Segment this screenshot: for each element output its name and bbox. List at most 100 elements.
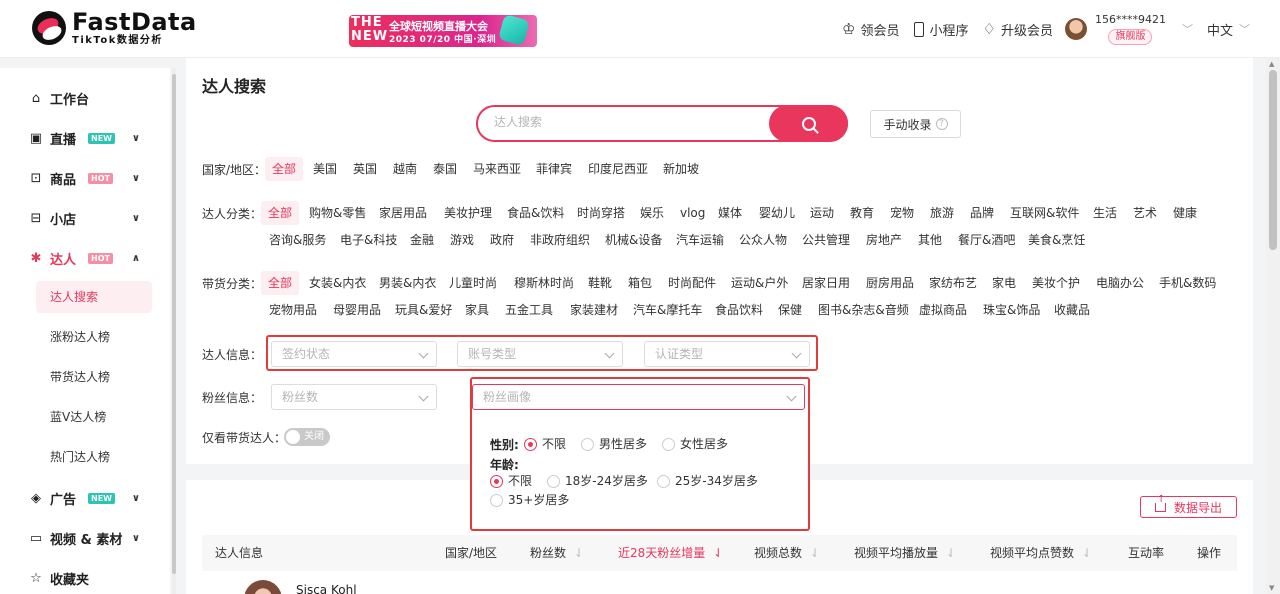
goods2-chip[interactable]: 图书&杂志&音频	[818, 298, 909, 322]
search-input[interactable]	[494, 115, 764, 129]
user-menu-chevron-icon[interactable]: ﹀	[1182, 21, 1193, 37]
countries-chip[interactable]: 美国	[313, 157, 337, 181]
age-option-25-34[interactable]: 25岁-34岁居多	[657, 474, 758, 488]
goods2-chip[interactable]: 五金工具	[505, 298, 553, 322]
verification-type-select[interactable]: 认证类型	[644, 341, 810, 367]
cat1-chip[interactable]: 互联网&软件	[1010, 201, 1079, 225]
manual-add-button[interactable]: 手动收录 ?	[870, 110, 961, 138]
sidebar-item-shop[interactable]: ⊟ 小店 ∨	[28, 209, 148, 228]
col-28d-follower-growth[interactable]: 近28天粉丝增量 ⇃	[618, 535, 723, 571]
cat1-chip[interactable]: 时尚穿搭	[577, 201, 625, 225]
fans-portrait-select[interactable]: 粉丝画像	[472, 384, 805, 410]
goods1-chip[interactable]: 电脑办公	[1096, 271, 1144, 295]
goods1-chip[interactable]: 时尚配件	[668, 271, 716, 295]
vip-link[interactable]: ♔ 领会员	[842, 20, 899, 39]
cat1-chip[interactable]: 宠物	[890, 201, 914, 225]
fastdata-logo[interactable]: FastData TikTok数据分析	[32, 10, 197, 46]
goods1-chip[interactable]: 全部	[261, 271, 300, 295]
only-goods-toggle[interactable]: 关闭	[284, 428, 330, 446]
cat2-chip[interactable]: 公共管理	[802, 228, 850, 252]
sidebar-item-favorites[interactable]: ☆ 收藏夹	[28, 569, 148, 588]
scroll-down-icon[interactable]: ▼	[1269, 584, 1274, 592]
col-avg-likes[interactable]: 视频平均点赞数 ⇃	[990, 535, 1092, 571]
goods1-chip[interactable]: 手机&数码	[1159, 271, 1216, 295]
goods1-chip[interactable]: 男装&内衣	[379, 271, 436, 295]
goods2-chip[interactable]: 收藏品	[1054, 298, 1090, 322]
cat2-chip[interactable]: 金融	[410, 228, 434, 252]
conference-banner[interactable]: THE NEW 全球短视频直播大会 2023 07/20 中国·深圳	[349, 15, 537, 47]
sidebar-scrollbar[interactable]	[172, 68, 176, 594]
goods1-chip[interactable]: 厨房用品	[866, 271, 914, 295]
export-data-button[interactable]: 数据导出	[1140, 494, 1237, 518]
cat2-chip[interactable]: 非政府组织	[530, 228, 590, 252]
sidebar-item-ads[interactable]: ◈ 广告 NEW ∨	[28, 489, 148, 508]
countries-chip[interactable]: 泰国	[433, 157, 457, 181]
sidebar-subitem-bluev-rank[interactable]: 蓝V达人榜	[36, 401, 152, 433]
goods2-chip[interactable]: 家装建材	[570, 298, 618, 322]
cat2-chip[interactable]: 其他	[918, 228, 942, 252]
cat2-chip[interactable]: 汽车运输	[676, 228, 724, 252]
cat2-chip[interactable]: 政府	[490, 228, 514, 252]
cat2-chip[interactable]: 房地产	[866, 228, 902, 252]
cat1-chip[interactable]: 旅游	[930, 201, 954, 225]
cat1-chip[interactable]: 婴幼儿	[759, 201, 795, 225]
col-video-total[interactable]: 视频总数 ⇃	[754, 535, 820, 571]
goods2-chip[interactable]: 虚拟商品	[919, 298, 967, 322]
goods1-chip[interactable]: 美妆个护	[1032, 271, 1080, 295]
cat2-chip[interactable]: 咨询&服务	[269, 228, 326, 252]
account-type-select[interactable]: 账号类型	[457, 341, 623, 367]
scrollbar-thumb[interactable]	[1269, 70, 1277, 250]
cat1-chip[interactable]: vlog	[680, 201, 705, 225]
cat2-chip[interactable]: 餐厅&酒吧	[958, 228, 1015, 252]
goods2-chip[interactable]: 保健	[778, 298, 802, 322]
cat1-chip[interactable]: 购物&零售	[309, 201, 366, 225]
goods1-chip[interactable]: 穆斯林时尚	[514, 271, 574, 295]
cat2-chip[interactable]: 美食&烹饪	[1028, 228, 1085, 252]
cat1-chip[interactable]: 艺术	[1133, 201, 1157, 225]
goods1-chip[interactable]: 居家日用	[802, 271, 850, 295]
goods2-chip[interactable]: 食品饮料	[715, 298, 763, 322]
sidebar-subitem-sales-rank[interactable]: 带货达人榜	[36, 361, 152, 393]
gender-option-female[interactable]: 女性居多	[662, 437, 728, 451]
sidebar-subitem-hot-rank[interactable]: 热门达人榜	[36, 441, 152, 473]
goods2-chip[interactable]: 家具	[465, 298, 489, 322]
goods1-chip[interactable]: 儿童时尚	[449, 271, 497, 295]
scroll-up-icon[interactable]: ▲	[1269, 60, 1274, 68]
sidebar-item-video-material[interactable]: ▭ 视频 & 素材 ∨	[28, 529, 148, 548]
sidebar-item-live[interactable]: ▣ 直播 NEW ∨	[28, 129, 148, 148]
cat2-chip[interactable]: 公众人物	[739, 228, 787, 252]
gender-option-male[interactable]: 男性居多	[581, 437, 647, 451]
cat2-chip[interactable]: 游戏	[450, 228, 474, 252]
age-option-18-24[interactable]: 18岁-24岁居多	[547, 474, 648, 488]
user-info[interactable]: 156****9421 旗舰版	[1095, 13, 1166, 45]
goods1-chip[interactable]: 运动&户外	[731, 271, 788, 295]
goods1-chip[interactable]: 鞋靴	[588, 271, 612, 295]
contract-status-select[interactable]: 签约状态	[271, 341, 437, 367]
creator-name[interactable]: Sisca Kohl	[296, 583, 357, 594]
countries-chip[interactable]: 英国	[353, 157, 377, 181]
cat1-chip[interactable]: 健康	[1173, 201, 1197, 225]
countries-chip[interactable]: 菲律宾	[536, 157, 572, 181]
countries-chip[interactable]: 全部	[265, 157, 304, 181]
goods2-chip[interactable]: 母婴用品	[333, 298, 381, 322]
upgrade-link[interactable]: ♢ 升级会员	[983, 20, 1053, 39]
cat1-chip[interactable]: 媒体	[718, 201, 742, 225]
language-select[interactable]: 中文 ﹀	[1207, 20, 1250, 39]
sidebar-subitem-creator-search[interactable]: 达人搜索	[36, 281, 152, 313]
miniprogram-link[interactable]: 小程序	[913, 20, 969, 39]
cat1-chip[interactable]: 娱乐	[640, 201, 664, 225]
sidebar-item-creators[interactable]: ✱ 达人 HOT ∧	[28, 249, 148, 268]
page-scrollbar[interactable]: ▲ ▼	[1266, 58, 1280, 594]
cat1-chip[interactable]: 家居用品	[379, 201, 427, 225]
goods2-chip[interactable]: 宠物用品	[269, 298, 317, 322]
countries-chip[interactable]: 新加坡	[663, 157, 699, 181]
cat2-chip[interactable]: 电子&科技	[340, 228, 397, 252]
goods2-chip[interactable]: 珠宝&饰品	[983, 298, 1040, 322]
cat2-chip[interactable]: 机械&设备	[605, 228, 662, 252]
cat1-chip[interactable]: 运动	[810, 201, 834, 225]
col-avg-views[interactable]: 视频平均播放量 ⇃	[854, 535, 956, 571]
goods2-chip[interactable]: 汽车&摩托车	[633, 298, 702, 322]
cat1-chip[interactable]: 美妆护理	[444, 201, 492, 225]
goods1-chip[interactable]: 箱包	[628, 271, 652, 295]
search-button[interactable]	[769, 105, 848, 142]
